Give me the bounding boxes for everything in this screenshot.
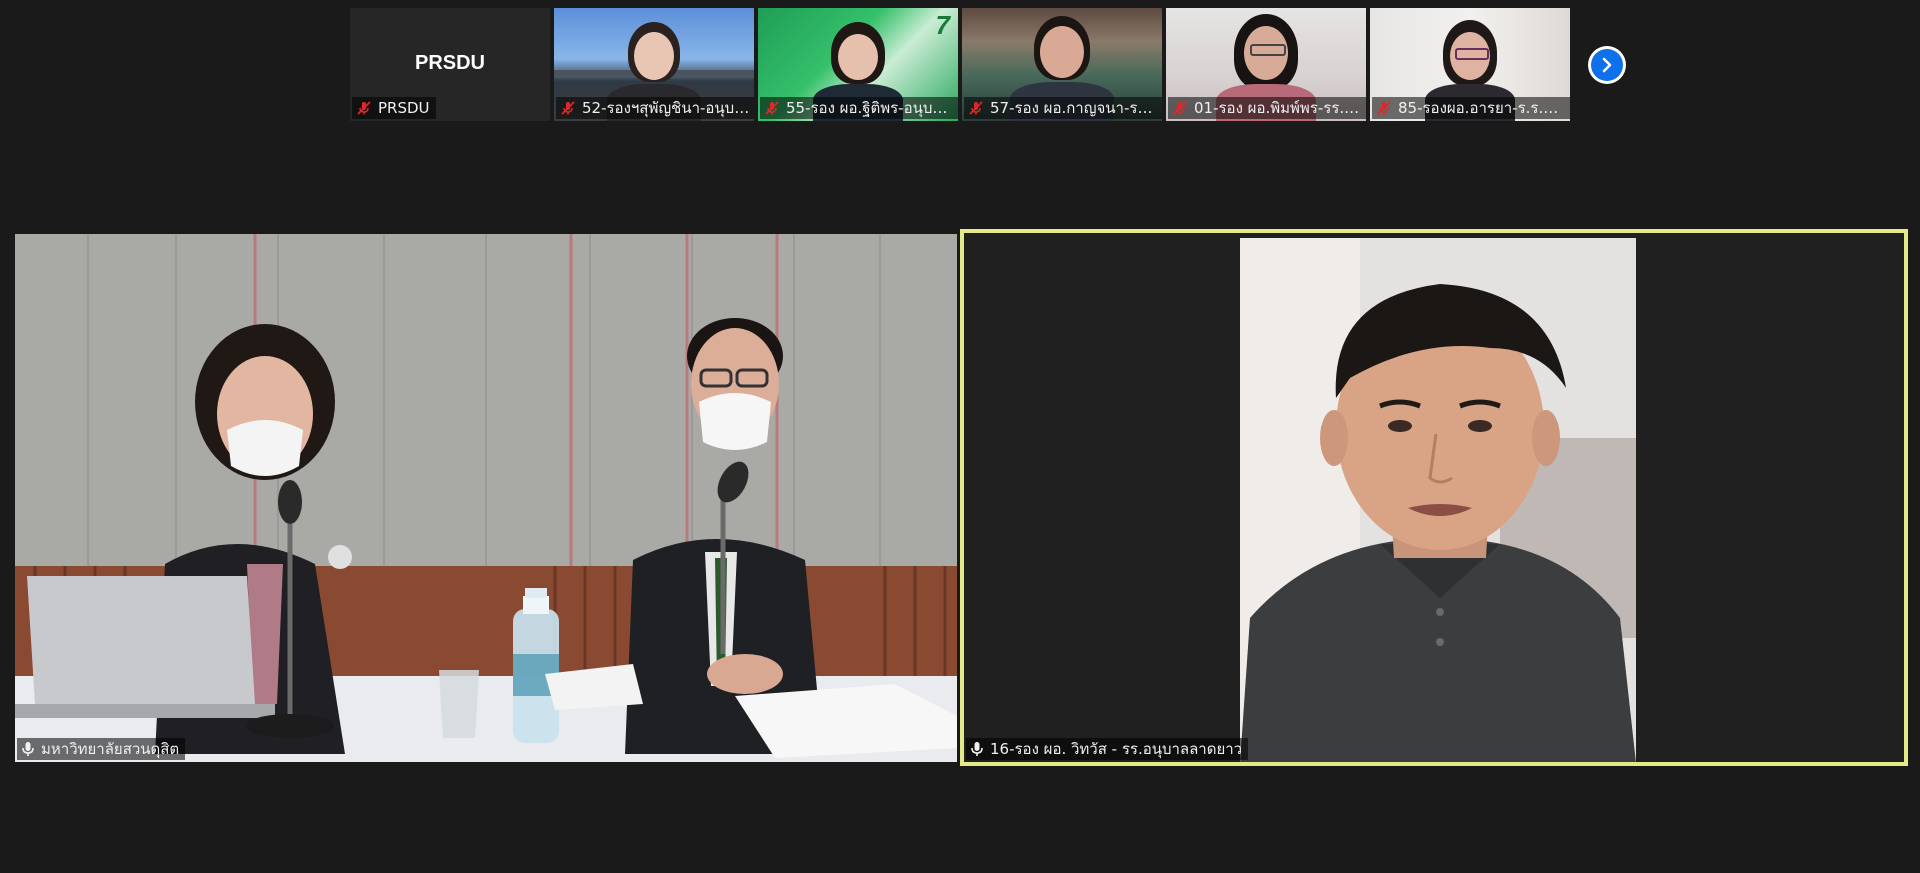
participant-name: 52-รองฯสุพัญชินา-อนุบา... — [582, 99, 750, 117]
mic-muted-icon — [561, 101, 575, 115]
participant-name: 01-รอง ผอ.พิมพ์พร-รร.วัด... — [1194, 99, 1362, 117]
participant-name: PRSDU — [378, 99, 430, 117]
participant-name-tag: PRSDU — [352, 97, 436, 119]
mic-icon — [22, 742, 34, 756]
mic-muted-icon — [1377, 101, 1391, 115]
participant-name: 57-รอง ผอ.กาญจนา-รร.บ้... — [990, 99, 1158, 117]
participant-name: 16-รอง ผอ. วิทวัส - รร.อนุบาลลาดยาว — [990, 740, 1243, 758]
participant-name-tag: มหาวิทยาลัยสวนดุสิต — [17, 738, 186, 760]
next-page-button-circle — [1591, 49, 1623, 81]
participant-tile[interactable]: 57-รอง ผอ.กาญจนา-รร.บ้... — [962, 8, 1162, 121]
participant-name-tag: 57-รอง ผอ.กาญจนา-รร.บ้... — [964, 97, 1162, 119]
mic-muted-icon — [765, 101, 779, 115]
participant-name-tag: 16-รอง ผอ. วิทวัส - รร.อนุบาลลาดยาว — [966, 738, 1249, 760]
participant-display-name: PRSDU — [414, 52, 485, 74]
participant-tile[interactable]: 7 55-รอง ผอ.ฐิติพร-อนุบาล... — [758, 8, 958, 121]
participant-name-tag: 85-รองผอ.อารยา-ร.ร.บ้าน... — [1372, 97, 1570, 119]
chevron-right-icon — [1602, 57, 1612, 73]
participant-tile[interactable]: 52-รองฯสุพัญชินา-อนุบา... — [554, 8, 754, 121]
meeting-gallery-view: PRSDU PRSDU 52-รองฯสุพัญชินา-อนุบา... 7 … — [0, 0, 1920, 873]
participant-name: มหาวิทยาลัยสวนดุสิต — [41, 740, 180, 758]
participant-tile[interactable]: PRSDU PRSDU — [350, 8, 550, 121]
participant-name-tag: 52-รองฯสุพัญชินา-อนุบา... — [556, 97, 754, 119]
next-page-button[interactable] — [1588, 46, 1626, 84]
speaker-scene — [1240, 238, 1636, 762]
mic-muted-icon — [357, 101, 371, 115]
participant-name-tag: 55-รอง ผอ.ฐิติพร-อนุบาล... — [760, 97, 958, 119]
mic-muted-icon — [969, 101, 983, 115]
participant-strip: PRSDU PRSDU 52-รองฯสุพัญชินา-อนุบา... 7 … — [350, 8, 1570, 121]
participant-name: 85-รองผอ.อารยา-ร.ร.บ้าน... — [1398, 99, 1566, 117]
conference-room-scene — [15, 234, 957, 762]
mic-icon — [971, 742, 983, 756]
participant-name: 55-รอง ผอ.ฐิติพร-อนุบาล... — [786, 99, 954, 117]
participant-video-main-right[interactable]: 16-รอง ผอ. วิทวัส - รร.อนุบาลลาดยาว — [960, 229, 1908, 766]
participant-tile[interactable]: 01-รอง ผอ.พิมพ์พร-รร.วัด... — [1166, 8, 1366, 121]
participant-tile[interactable]: 85-รองผอ.อารยา-ร.ร.บ้าน... — [1370, 8, 1570, 121]
participant-name-tag: 01-รอง ผอ.พิมพ์พร-รร.วัด... — [1168, 97, 1366, 119]
mic-muted-icon — [1173, 101, 1187, 115]
speaker-video — [1240, 238, 1636, 762]
participant-video-main-left[interactable]: มหาวิทยาลัยสวนดุสิต — [15, 234, 957, 762]
